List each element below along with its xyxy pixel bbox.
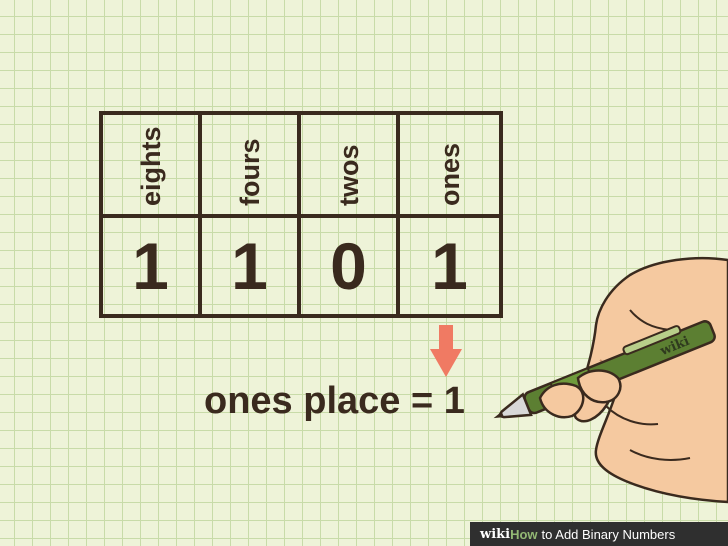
digit-cell-twos: 0 [301,218,400,314]
ones-place-caption: ones place = 1 [204,380,465,422]
digit-eights: 1 [132,229,169,303]
down-arrow-icon [430,325,462,377]
digit-cell-eights: 1 [103,218,202,314]
digit-twos: 0 [330,229,367,303]
digit-fours: 1 [231,229,268,303]
digit-cell-fours: 1 [202,218,301,314]
header-cell-twos: twos [301,115,400,218]
footer-banner: wiki How to Add Binary Numbers [470,522,728,546]
header-cell-ones: ones [400,115,499,218]
header-label-twos: twos [333,144,364,206]
footer-article-title: to Add Binary Numbers [541,526,676,542]
place-value-table: eights fours twos ones 1 1 0 1 [99,111,503,318]
footer-wiki-logo: wiki [480,526,511,542]
header-label-fours: fours [234,138,265,207]
footer-how-logo: How [510,526,538,542]
graph-paper-background: eights fours twos ones 1 1 0 1 ones plac… [0,0,728,546]
hand-with-pen-illustration: wiki [493,256,728,504]
digit-ones: 1 [431,229,468,303]
header-label-ones: ones [434,142,465,206]
header-cell-eights: eights [103,115,202,218]
header-label-eights: eights [135,126,166,206]
header-cell-fours: fours [202,115,301,218]
